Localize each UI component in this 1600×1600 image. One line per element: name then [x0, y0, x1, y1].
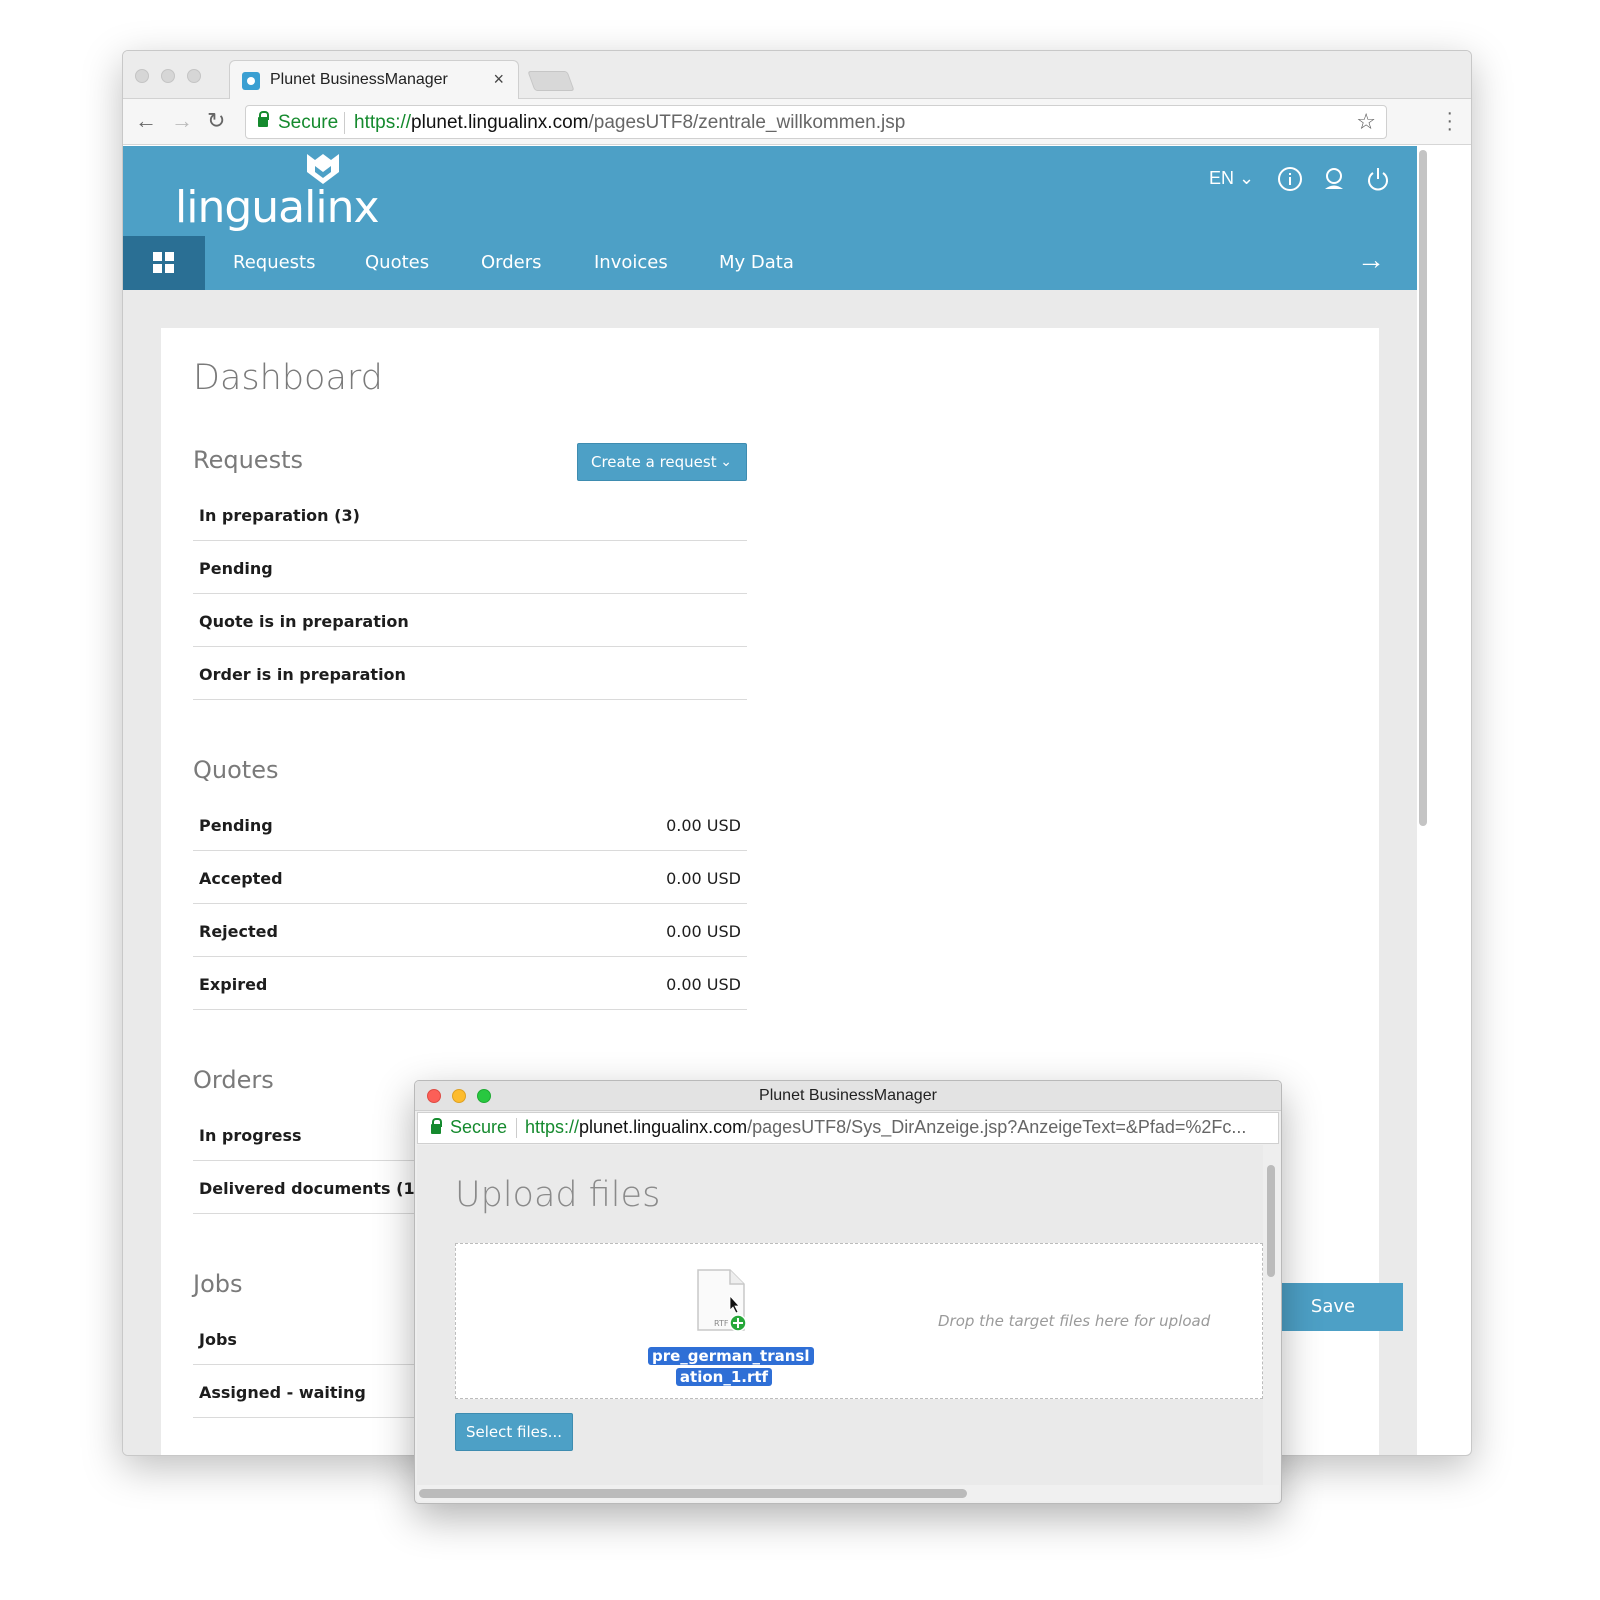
popup-titlebar: Plunet BusinessManager — [415, 1081, 1281, 1111]
secure-label: Secure — [450, 1117, 508, 1137]
tab-close-icon[interactable]: × — [493, 69, 504, 90]
app-header: lingualinx EN ⌄ Requests Quotes Orders I… — [123, 146, 1417, 290]
nav-invoices[interactable]: Invoices — [594, 252, 668, 273]
row-label: Pending — [199, 559, 273, 578]
url-separator — [344, 112, 345, 134]
nav-requests[interactable]: Requests — [233, 252, 316, 273]
row-label: Pending — [199, 816, 273, 835]
popup-content: Upload files RTF pre_german_transl ation… — [417, 1145, 1263, 1485]
main-nav: Requests Quotes Orders Invoices My Data … — [123, 236, 1417, 290]
url-scheme: https:// — [354, 112, 412, 133]
popup-horizontal-scrollbar[interactable] — [419, 1489, 967, 1498]
row-amount: 0.00 USD — [666, 922, 741, 941]
drop-hint-text: Drop the target files here for upload — [938, 1312, 1211, 1330]
upload-heading: Upload files — [455, 1175, 661, 1215]
nav-orders[interactable]: Orders — [481, 252, 542, 273]
reload-icon[interactable]: ↻ — [207, 108, 225, 134]
row-label: Rejected — [199, 922, 278, 941]
row-label: Assigned - waiting — [199, 1383, 366, 1402]
url-scheme: https:// — [525, 1117, 580, 1137]
secure-label: Secure — [278, 112, 339, 133]
favicon-icon — [242, 72, 260, 90]
chevron-down-icon: ⌄ — [1239, 168, 1255, 188]
row-amount: 0.00 USD — [666, 869, 741, 888]
apps-grid-icon[interactable] — [123, 236, 205, 290]
rtf-file-icon[interactable]: RTF — [696, 1268, 746, 1332]
request-row-order-in-preparation[interactable]: Order is in preparation — [193, 647, 747, 700]
zoom-window-button[interactable] — [187, 69, 201, 83]
quote-row-expired[interactable]: Expired 0.00 USD — [193, 957, 747, 1010]
row-label: Expired — [199, 975, 268, 994]
logout-arrow-icon[interactable]: → — [1357, 244, 1385, 276]
forward-arrow-icon[interactable]: → — [171, 108, 193, 134]
create-request-label: Create a request — [591, 453, 717, 471]
chevron-down-icon: ⌄ — [720, 454, 732, 470]
minimize-window-button[interactable] — [161, 69, 175, 83]
quote-row-rejected[interactable]: Rejected 0.00 USD — [193, 904, 747, 957]
url-path: /pagesUTF8/Sys_DirAnzeige.jsp?AnzeigeTex… — [747, 1117, 1247, 1137]
browser-menu-icon[interactable]: · · · — [1446, 103, 1453, 139]
row-label: Accepted — [199, 869, 283, 888]
orders-section-title: Orders — [193, 1066, 274, 1094]
request-row-pending[interactable]: Pending — [193, 541, 747, 594]
page-scrollbar[interactable] — [1419, 150, 1427, 826]
select-files-button[interactable]: Select files... — [455, 1413, 573, 1451]
jobs-section-title: Jobs — [193, 1270, 243, 1298]
lock-icon — [258, 111, 269, 127]
file-dropzone[interactable]: RTF pre_german_transl ation_1.rtf Drop t… — [455, 1243, 1263, 1399]
url-host: plunet.lingualinx.com — [579, 1117, 748, 1137]
back-arrow-icon[interactable]: ← — [135, 108, 157, 134]
address-bar[interactable]: Secure https://plunet.lingualinx.com/pag… — [245, 105, 1387, 139]
close-window-button[interactable] — [135, 69, 149, 83]
browser-toolbar: ← → ↻ Secure https://plunet.lingualinx.c… — [123, 99, 1471, 145]
popup-address-bar[interactable]: Secure https://plunet.lingualinx.com/pag… — [417, 1112, 1279, 1144]
row-label: Order is in preparation — [199, 665, 406, 684]
file-type-label: RTF — [714, 1319, 729, 1328]
upload-popup-window: Plunet BusinessManager Secure https://pl… — [414, 1080, 1282, 1504]
page-title: Dashboard — [193, 358, 383, 398]
create-request-button[interactable]: Create a request ⌄ — [577, 443, 747, 481]
dragged-file-name: pre_german_transl ation_1.rtf — [648, 1346, 814, 1388]
row-amount: 0.00 USD — [666, 975, 741, 994]
nav-my-data[interactable]: My Data — [719, 252, 794, 273]
quote-row-pending[interactable]: Pending 0.00 USD — [193, 798, 747, 851]
power-icon[interactable] — [1365, 166, 1391, 192]
logo-text: lingualinx — [175, 182, 379, 233]
url-separator — [516, 1118, 517, 1138]
language-label: EN — [1209, 168, 1235, 188]
save-button[interactable]: Save — [1263, 1283, 1403, 1331]
popup-title: Plunet BusinessManager — [759, 1087, 937, 1104]
request-row-quote-in-preparation[interactable]: Quote is in preparation — [193, 594, 747, 647]
url-host: plunet.lingualinx.com — [411, 112, 589, 133]
url-text: https://plunet.lingualinx.com/pagesUTF8/… — [354, 112, 905, 134]
quote-row-accepted[interactable]: Accepted 0.00 USD — [193, 851, 747, 904]
tab-strip: Plunet BusinessManager × — [123, 51, 1471, 100]
info-icon[interactable] — [1277, 166, 1303, 192]
requests-section-title: Requests — [193, 446, 303, 474]
browser-tab[interactable]: Plunet BusinessManager × — [229, 60, 519, 100]
url-path: /pagesUTF8/zentrale_willkommen.jsp — [588, 112, 906, 133]
nav-quotes[interactable]: Quotes — [365, 252, 429, 273]
request-row-in-preparation[interactable]: In preparation (3) — [193, 488, 747, 541]
file-name-line-1: pre_german_transl — [648, 1347, 814, 1365]
popup-vertical-scrollbar[interactable] — [1267, 1165, 1275, 1277]
quotes-section-title: Quotes — [193, 756, 279, 784]
tab-title: Plunet BusinessManager — [270, 71, 448, 88]
user-icon[interactable] — [1321, 166, 1347, 192]
row-label: Jobs — [199, 1330, 237, 1349]
new-tab-button[interactable] — [527, 71, 575, 91]
row-label: In progress — [199, 1126, 302, 1145]
file-name-line-2: ation_1.rtf — [675, 1368, 773, 1386]
row-label: Quote is in preparation — [199, 612, 409, 631]
popup-url-text: https://plunet.lingualinx.com/pagesUTF8/… — [525, 1117, 1246, 1138]
row-label: In preparation (3) — [199, 506, 360, 525]
row-label: Delivered documents (1) — [199, 1179, 422, 1198]
language-selector[interactable]: EN ⌄ — [1209, 168, 1254, 189]
bookmark-star-icon[interactable]: ☆ — [1356, 109, 1376, 135]
lock-icon — [431, 1118, 442, 1134]
row-amount: 0.00 USD — [666, 816, 741, 835]
logo-mark-icon — [307, 154, 339, 184]
